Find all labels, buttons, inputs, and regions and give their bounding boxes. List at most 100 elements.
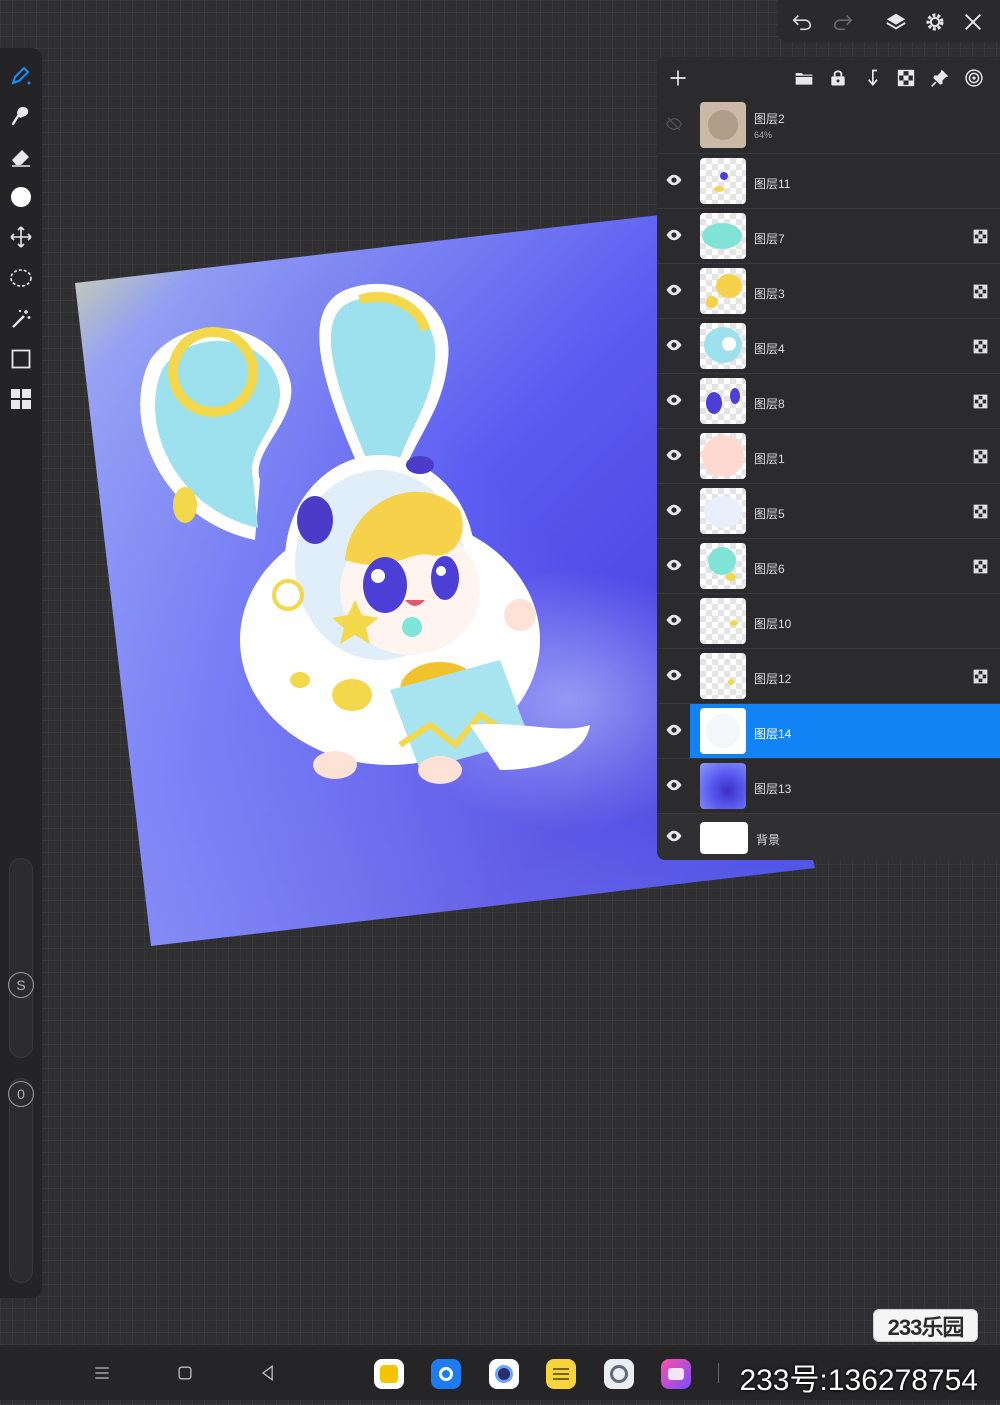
memo-app-icon[interactable] (546, 1359, 576, 1389)
brush-size-slider[interactable] (9, 858, 33, 1058)
layer-thumbnail (700, 433, 746, 479)
folder-icon (795, 73, 813, 85)
layer-visibility-toggle[interactable] (662, 333, 686, 357)
eye-icon (666, 174, 682, 186)
layer-item[interactable]: 图层12 (690, 649, 1000, 703)
layers-button[interactable] (882, 8, 910, 36)
layers-panel-toolbar (657, 57, 1000, 97)
layer-visibility-toggle[interactable] (662, 553, 686, 577)
rectangle-shape-icon (11, 349, 31, 369)
eye-icon (666, 559, 682, 571)
brush-icon (11, 66, 31, 85)
layer-row[interactable]: 图层2 64% (657, 98, 1000, 154)
selection-tool-button[interactable] (0, 261, 42, 295)
layer-name: 图层11 (754, 177, 791, 191)
back-button[interactable] (254, 1359, 282, 1387)
eye-icon (666, 229, 682, 241)
layer-name: 图层5 (754, 507, 785, 521)
brush-size-knob[interactable]: S (8, 972, 34, 998)
shape-tool-button[interactable] (0, 342, 42, 376)
alpha-lock-icon (897, 69, 915, 87)
eye-icon (666, 669, 682, 681)
eraser-tool-button[interactable] (0, 140, 42, 174)
redo-button[interactable] (829, 8, 857, 36)
layer-item[interactable]: 图层1 (690, 429, 1000, 483)
layer-visibility-toggle[interactable] (662, 608, 686, 632)
layer-row[interactable]: 图层4 (657, 319, 1000, 374)
layer-thumbnail (700, 378, 746, 424)
layer-thumbnail (700, 488, 746, 534)
grid-layout-icon (11, 389, 31, 409)
merge-down-button[interactable] (859, 65, 885, 91)
layer-row-background[interactable]: 背景 (657, 814, 1000, 860)
layer-item[interactable]: 背景 (690, 814, 1000, 860)
notes-app-icon[interactable] (374, 1359, 404, 1389)
menu-icon (95, 1367, 109, 1379)
close-button[interactable] (959, 8, 987, 36)
layer-item[interactable]: 图层3 (690, 264, 1000, 318)
brush-tool-button[interactable] (0, 58, 42, 92)
layer-item[interactable]: 图层8 (690, 374, 1000, 428)
camera-app-icon[interactable] (489, 1359, 519, 1389)
brush-opacity-knob[interactable]: 0 (8, 1081, 34, 1107)
layer-visibility-toggle[interactable] (662, 663, 686, 687)
layer-visibility-toggle[interactable] (662, 443, 686, 467)
layer-row[interactable]: 图层7 (657, 209, 1000, 264)
layer-visibility-toggle[interactable] (662, 168, 686, 192)
layer-row[interactable]: 图层12 (657, 649, 1000, 704)
layer-thumbnail (700, 323, 746, 369)
layer-visibility-toggle[interactable] (662, 112, 686, 136)
eye-icon (666, 339, 682, 351)
undo-button[interactable] (788, 8, 816, 36)
transform-tool-button[interactable] (0, 220, 42, 254)
layer-visibility-toggle[interactable] (662, 718, 686, 742)
layer-row[interactable]: 图层5 (657, 484, 1000, 539)
layer-row[interactable]: 图层11 (657, 154, 1000, 209)
top-toolbar (778, 0, 1000, 42)
layer-row[interactable]: 图层10 (657, 594, 1000, 649)
layer-item[interactable]: 图层7 (690, 209, 1000, 263)
layer-row[interactable]: 图层3 (657, 264, 1000, 319)
alpha-lock-button[interactable] (893, 65, 919, 91)
smudge-tool-button[interactable] (0, 99, 42, 133)
layer-row[interactable]: 图层13 (657, 759, 1000, 814)
layer-visibility-toggle[interactable] (662, 824, 686, 848)
brush-opacity-slider[interactable] (9, 1078, 33, 1283)
layer-visibility-toggle[interactable] (662, 498, 686, 522)
layer-name: 图层3 (754, 287, 785, 301)
layer-item[interactable]: 图层14 (690, 704, 1000, 758)
settings-button[interactable] (921, 8, 949, 36)
layer-visibility-toggle[interactable] (662, 388, 686, 412)
layer-row[interactable]: 图层6 (657, 539, 1000, 594)
recent-apps-button[interactable] (88, 1359, 116, 1387)
home-button[interactable] (171, 1359, 199, 1387)
layer-item[interactable]: 图层11 (690, 154, 1000, 208)
layer-item[interactable]: 图层4 (690, 319, 1000, 373)
layer-row-selected[interactable]: 图层14 (657, 704, 1000, 759)
add-layer-button[interactable] (665, 65, 691, 91)
browser-app-icon[interactable] (431, 1359, 461, 1389)
layer-item[interactable]: 图层2 64% (690, 98, 1000, 153)
layer-row[interactable]: 图层1 (657, 429, 1000, 484)
more-tools-button[interactable] (0, 382, 42, 416)
layer-visibility-toggle[interactable] (662, 278, 686, 302)
lock-layer-button[interactable] (825, 65, 851, 91)
pin-layer-button[interactable] (927, 65, 953, 91)
layer-item[interactable]: 图层6 (690, 539, 1000, 593)
blend-mode-icon (965, 69, 983, 87)
layer-item[interactable]: 图层5 (690, 484, 1000, 538)
alpha-lock-icon (973, 449, 988, 464)
color-picker-button[interactable] (0, 180, 42, 214)
settings-app-icon[interactable] (604, 1359, 634, 1389)
magic-wand-button[interactable] (0, 302, 42, 336)
alpha-lock-icon (973, 229, 988, 244)
layer-folder-button[interactable] (791, 65, 817, 91)
layer-item[interactable]: 图层13 (690, 759, 1000, 813)
layer-visibility-toggle[interactable] (662, 773, 686, 797)
watermark-text: 233号:136278754 (739, 1364, 978, 1397)
blend-mode-button[interactable] (961, 65, 987, 91)
layer-row[interactable]: 图层8 (657, 374, 1000, 429)
layer-visibility-toggle[interactable] (662, 223, 686, 247)
gallery-app-icon[interactable] (661, 1359, 691, 1389)
layer-item[interactable]: 图层10 (690, 594, 1000, 648)
